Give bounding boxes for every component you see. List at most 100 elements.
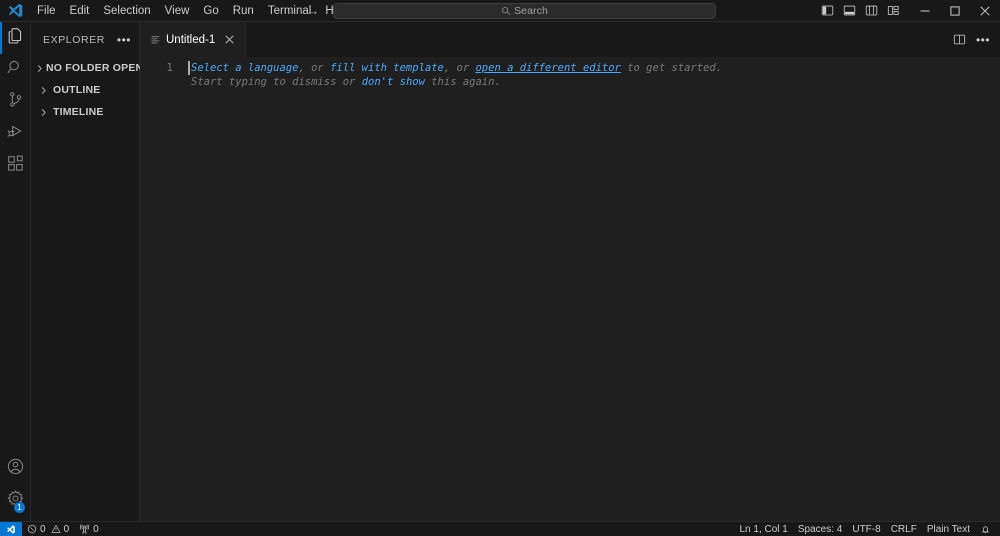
- arrow-left-icon[interactable]: ←: [284, 3, 300, 19]
- close-button[interactable]: [970, 0, 1000, 22]
- sidebar-header: EXPLORER •••: [31, 22, 139, 57]
- title-bar-right: [816, 0, 1000, 21]
- sidebar-section-label: OUTLINE: [53, 84, 101, 96]
- editor-tab-label: Untitled-1: [166, 33, 216, 46]
- status-language-mode[interactable]: Plain Text: [922, 522, 975, 536]
- sidebar-section-timeline[interactable]: TIMELINE: [31, 101, 139, 123]
- layout-controls: [816, 1, 904, 21]
- toggle-panel-button[interactable]: [838, 1, 860, 21]
- status-problems[interactable]: 0 0: [22, 522, 74, 536]
- activity-accounts[interactable]: [0, 453, 30, 485]
- sidebar-more-actions-button[interactable]: •••: [117, 34, 131, 46]
- editor-tab-bar: Untitled-1 •••: [140, 22, 1000, 57]
- placeholder-text: to get started.: [620, 62, 723, 74]
- editor-group: Untitled-1 ••• 1 Select a language, or f…: [140, 22, 1000, 521]
- error-icon: [27, 524, 37, 534]
- maximize-button[interactable]: [940, 0, 970, 22]
- extensions-icon: [6, 154, 25, 178]
- activity-bar: 1: [0, 22, 31, 521]
- activity-source-control[interactable]: [0, 86, 30, 118]
- status-eol[interactable]: CRLF: [886, 522, 922, 536]
- status-remote-indicator[interactable]: [0, 522, 22, 536]
- sidebar-section-label: TIMELINE: [53, 106, 104, 118]
- activity-search[interactable]: [0, 54, 30, 86]
- placeholder-text: , or: [443, 62, 476, 74]
- title-bar: File Edit Selection View Go Run Terminal…: [0, 0, 1000, 22]
- manage-badge: 1: [14, 502, 25, 513]
- select-a-language-link[interactable]: Select a language: [191, 62, 298, 74]
- error-count: 0: [40, 523, 46, 535]
- status-bar-right: Ln 1, Col 1 Spaces: 4 UTF-8 CRLF Plain T…: [734, 522, 1000, 536]
- search-icon: [6, 58, 25, 82]
- search-input[interactable]: Search: [333, 2, 716, 19]
- bell-icon: [980, 524, 991, 535]
- toggle-primary-sidebar-button[interactable]: [816, 1, 838, 21]
- menu-selection[interactable]: Selection: [96, 0, 157, 21]
- chevron-right-icon: [35, 82, 51, 98]
- close-icon[interactable]: [221, 32, 237, 48]
- menu-edit[interactable]: Edit: [63, 0, 97, 21]
- vscode-logo-icon: [0, 3, 30, 18]
- status-encoding[interactable]: UTF-8: [847, 522, 885, 536]
- arrow-right-icon[interactable]: →: [305, 3, 321, 19]
- status-bar: 0 0 0 Ln 1, Col 1 Spaces: 4 UTF-8 CRLF P…: [0, 521, 1000, 536]
- customize-layout-button[interactable]: [882, 1, 904, 21]
- activity-extensions[interactable]: [0, 150, 30, 182]
- status-notifications[interactable]: [975, 522, 996, 536]
- radio-tower-icon: [79, 523, 90, 535]
- file-text-icon: [150, 34, 161, 45]
- editor-content[interactable]: 1 Select a language, or fill with templa…: [140, 57, 1000, 521]
- placeholder-text: , or: [298, 62, 331, 74]
- vscode-window: File Edit Selection View Go Run Terminal…: [0, 0, 1000, 536]
- primary-sidebar: EXPLORER ••• NO FOLDER OPENED OUTLINE TI…: [31, 22, 158, 521]
- status-bar-left: 0 0 0: [0, 522, 104, 536]
- status-cursor-position[interactable]: Ln 1, Col 1: [734, 522, 792, 536]
- editor-placeholder-line-1: Select a language, or fill with template…: [188, 61, 1000, 75]
- activity-manage[interactable]: 1: [0, 485, 30, 517]
- status-indentation[interactable]: Spaces: 4: [793, 522, 847, 536]
- menu-run[interactable]: Run: [226, 0, 261, 21]
- workbench-body: 1 EXPLORER ••• NO FOLDER OPENED OUTLINE …: [0, 22, 1000, 521]
- sidebar-section-outline[interactable]: OUTLINE: [31, 79, 139, 101]
- editor-text-area[interactable]: Select a language, or fill with template…: [188, 61, 1000, 89]
- search-label: Search: [514, 4, 548, 17]
- sidebar-title: EXPLORER: [43, 33, 105, 46]
- editor-actions: •••: [948, 22, 1000, 57]
- run-and-debug-icon: [6, 122, 25, 146]
- chevron-right-icon: [35, 60, 44, 76]
- menu-go[interactable]: Go: [196, 0, 225, 21]
- fill-with-template-link[interactable]: fill with template: [330, 62, 444, 74]
- editor-tabs: Untitled-1: [140, 22, 247, 57]
- navigation-arrows: ← →: [284, 3, 321, 19]
- activity-explorer[interactable]: [0, 22, 30, 54]
- menu-view[interactable]: View: [158, 0, 197, 21]
- code-line-1: 1 Select a language, or fill with templa…: [140, 57, 1000, 89]
- placeholder-text: Start typing to dismiss or: [191, 76, 362, 88]
- editor-tab-untitled-1[interactable]: Untitled-1: [140, 22, 247, 57]
- window-controls: [910, 0, 1000, 21]
- placeholder-text: this again.: [424, 76, 501, 88]
- text-cursor: [188, 61, 190, 75]
- minimize-button[interactable]: [910, 0, 940, 22]
- ellipsis-icon: •••: [116, 32, 131, 47]
- open-a-different-editor-link[interactable]: open a different editor: [475, 62, 620, 74]
- search-icon: [501, 6, 511, 16]
- toggle-secondary-sidebar-button[interactable]: [860, 1, 882, 21]
- ellipsis-icon: •••: [975, 32, 991, 47]
- chevron-right-icon: [35, 104, 51, 120]
- menu-file[interactable]: File: [30, 0, 63, 21]
- editor-more-actions-button[interactable]: •••: [972, 29, 994, 51]
- sidebar-section-no-folder-opened[interactable]: NO FOLDER OPENED: [31, 57, 158, 79]
- line-number: 1: [166, 61, 173, 74]
- warning-icon: [51, 524, 61, 534]
- editor-placeholder-line-2: Start typing to dismiss or don't show th…: [188, 75, 1000, 89]
- dont-show-again-link[interactable]: don't show: [362, 76, 425, 88]
- split-editor-right-button[interactable]: [948, 29, 970, 51]
- files-icon: [6, 26, 25, 50]
- warning-count: 0: [63, 523, 70, 535]
- source-control-icon: [6, 90, 25, 114]
- status-ports[interactable]: 0: [74, 522, 104, 536]
- sidebar-sections: NO FOLDER OPENED OUTLINE TIMELINE: [31, 57, 158, 123]
- activity-run-debug[interactable]: [0, 118, 30, 150]
- account-icon: [6, 457, 25, 481]
